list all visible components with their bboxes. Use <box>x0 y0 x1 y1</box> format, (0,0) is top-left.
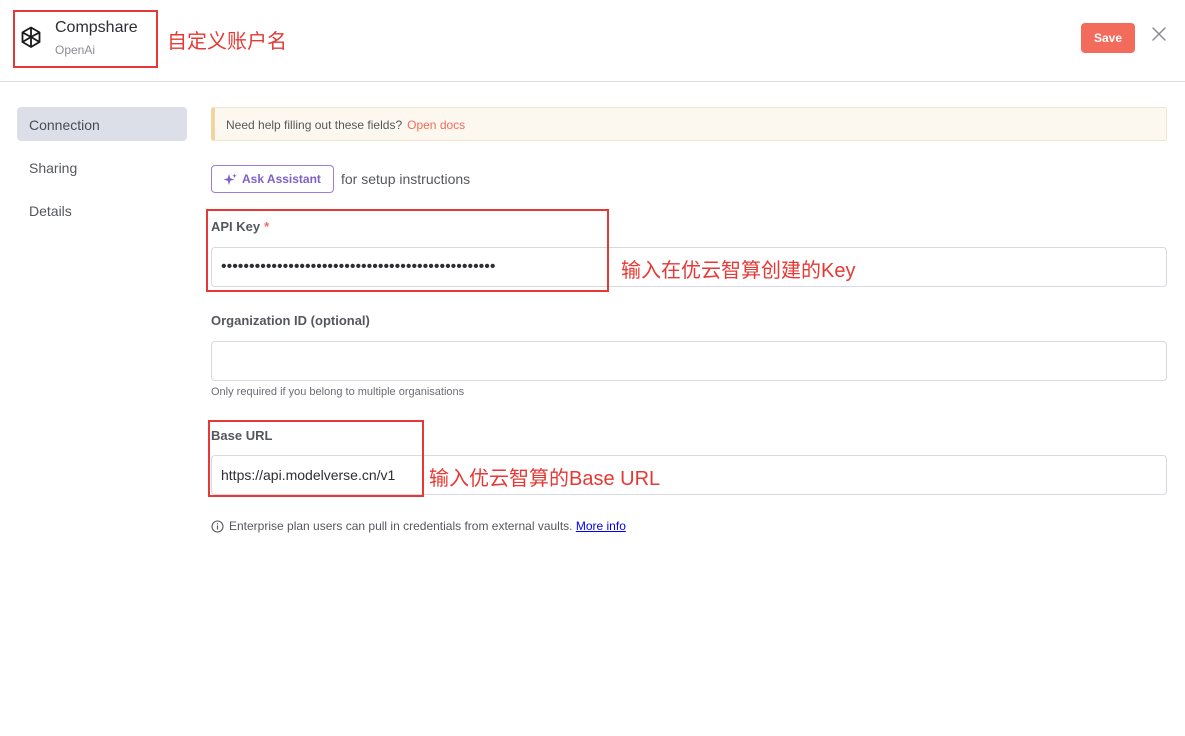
organization-id-input[interactable] <box>211 341 1167 381</box>
ask-assistant-label: Ask Assistant <box>242 172 321 186</box>
annotation-api-key: 输入在优云智算创建的Key <box>621 260 856 282</box>
close-icon[interactable] <box>1150 25 1168 43</box>
sidebar-item-sharing[interactable]: Sharing <box>17 150 187 184</box>
credential-modal: Compshare OpenAi Save Connection Sharing… <box>0 0 1185 736</box>
external-vaults-text: Enterprise plan users can pull in creden… <box>229 519 573 533</box>
sidebar-item-details[interactable]: Details <box>17 193 187 227</box>
annotation-box-account <box>13 10 158 68</box>
more-info-link[interactable]: More info <box>576 519 626 533</box>
help-notice-text: Need help filling out these fields? <box>226 118 403 132</box>
ask-assistant-button[interactable]: Ask Assistant <box>211 165 334 193</box>
annotation-box-api-key <box>206 209 609 292</box>
help-notice: Need help filling out these fields? Open … <box>211 107 1167 141</box>
annotation-account-name: 自定义账户名 <box>167 31 287 53</box>
sidebar-item-connection[interactable]: Connection <box>17 107 187 141</box>
ask-assistant-suffix: for setup instructions <box>341 171 471 187</box>
sparkle-icon <box>223 173 237 185</box>
open-docs-link[interactable]: Open docs <box>407 118 465 132</box>
info-circle-icon <box>211 520 224 533</box>
organization-id-hint: Only required if you belong to multiple … <box>211 386 465 398</box>
annotation-box-base-url <box>208 420 424 497</box>
save-button[interactable]: Save <box>1081 23 1135 53</box>
external-vaults-info: Enterprise plan users can pull in creden… <box>229 519 626 533</box>
organization-id-label: Organization ID (optional) <box>211 313 370 328</box>
annotation-base-url: 输入优云智算的Base URL <box>429 468 661 490</box>
